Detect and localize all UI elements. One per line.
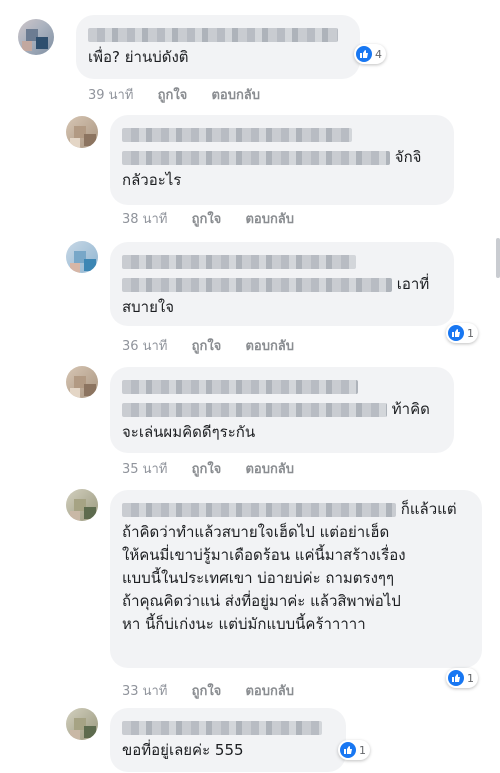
comment-time[interactable]: 39 นาที — [88, 88, 133, 103]
comment-text: กลัวอะไร — [122, 171, 182, 189]
comment-bubble: ขอที่อยู่เลยค่ะ 555 — [110, 708, 346, 772]
like-link[interactable]: ถูกใจ — [192, 684, 222, 699]
commenter-name-blurred[interactable] — [88, 23, 348, 46]
reaction-count: 4 — [375, 47, 382, 61]
comment-bubble: ก็แล้วแต่ ถ้าคิดว่าทำแล้วสบายใจเฮ็ดไป แต… — [110, 490, 482, 668]
thumbs-up-icon — [356, 46, 372, 62]
thumbs-up-icon — [340, 742, 356, 758]
comment-time[interactable]: 36 นาที — [122, 339, 167, 354]
like-link[interactable]: ถูกใจ — [192, 462, 222, 477]
comment-text: จะเล่นผมคิดดีๆระกัน — [122, 423, 256, 441]
commenter-name-blurred[interactable] — [122, 716, 334, 739]
thumbs-up-icon — [448, 670, 464, 686]
reaction-badge[interactable]: 1 — [338, 740, 370, 760]
avatar[interactable] — [66, 241, 98, 273]
reaction-count: 1 — [467, 671, 474, 685]
avatar[interactable] — [18, 19, 54, 55]
comment-text: เพื่อ? ย่านบ่ดังติ — [88, 48, 189, 66]
comment-text: จักจิ — [394, 148, 422, 166]
comment-text: ขอที่อยู่เลยค่ะ 555 — [122, 741, 244, 759]
commenter-name-blurred[interactable] — [122, 123, 442, 146]
scrollbar[interactable] — [496, 238, 500, 278]
comment-bubble: ท้าคิด จะเล่นผมคิดดีๆระกัน — [110, 367, 454, 453]
reaction-badge[interactable]: 4 — [354, 44, 386, 64]
like-link[interactable]: ถูกใจ — [192, 212, 222, 227]
reply-link[interactable]: ตอบกลับ — [211, 88, 260, 103]
comment-text: ถ้าคิดว่าทำแล้วสบายใจเฮ็ดไป แต่อย่าเฮ็ด — [122, 523, 390, 541]
reaction-badge[interactable]: 1 — [446, 323, 478, 343]
reply-link[interactable]: ตอบกลับ — [245, 684, 294, 699]
comment-time[interactable]: 38 นาที — [122, 212, 167, 227]
reaction-count: 1 — [467, 326, 474, 340]
avatar[interactable] — [66, 708, 98, 740]
reply-link[interactable]: ตอบกลับ — [245, 212, 294, 227]
comment-text: ให้คนมี่เขาบ่รู้มาเดือดร้อน แค่นี้มาสร้า… — [122, 546, 406, 564]
like-link[interactable]: ถูกใจ — [158, 88, 188, 103]
comment-text: หา นี้ก็บ่เก่งนะ แต่บ่มักแบบนี้คร้าาาาา — [122, 615, 366, 633]
commenter-name-blurred[interactable] — [122, 250, 442, 273]
comment-text: ก็แล้วแต่ — [400, 500, 457, 518]
commenter-name-blurred[interactable] — [122, 502, 396, 517]
comment-time[interactable]: 33 นาที — [122, 684, 167, 699]
comment-bubble: จักจิ กลัวอะไร — [110, 115, 454, 205]
avatar[interactable] — [66, 489, 98, 521]
reaction-badge[interactable]: 1 — [446, 668, 478, 688]
comment-text: แบบนี้ในประเทศเขา บ่อายบ่ค่ะ ถามตรงๆๆ — [122, 569, 395, 587]
reply-link[interactable]: ตอบกลับ — [245, 339, 294, 354]
avatar[interactable] — [66, 116, 98, 148]
comment-text: สบายใจ — [122, 298, 175, 316]
comment-bubble: เพื่อ? ย่านบ่ดังติ — [76, 15, 360, 79]
comment-bubble: เอาที่ สบายใจ — [110, 242, 454, 326]
comment-text: ถ้าคุณคิดว่าแน่ ส่งที่อยู่มาค่ะ แล้วสิพา… — [122, 592, 401, 610]
commenter-name-blurred[interactable] — [122, 375, 442, 398]
thumbs-up-icon — [448, 325, 464, 341]
reaction-count: 1 — [359, 743, 366, 757]
comment-text: เอาที่ — [396, 275, 430, 293]
comment-time[interactable]: 35 นาที — [122, 462, 167, 477]
comment-text: ท้าคิด — [391, 400, 430, 418]
avatar[interactable] — [66, 366, 98, 398]
reply-link[interactable]: ตอบกลับ — [245, 462, 294, 477]
like-link[interactable]: ถูกใจ — [192, 339, 222, 354]
